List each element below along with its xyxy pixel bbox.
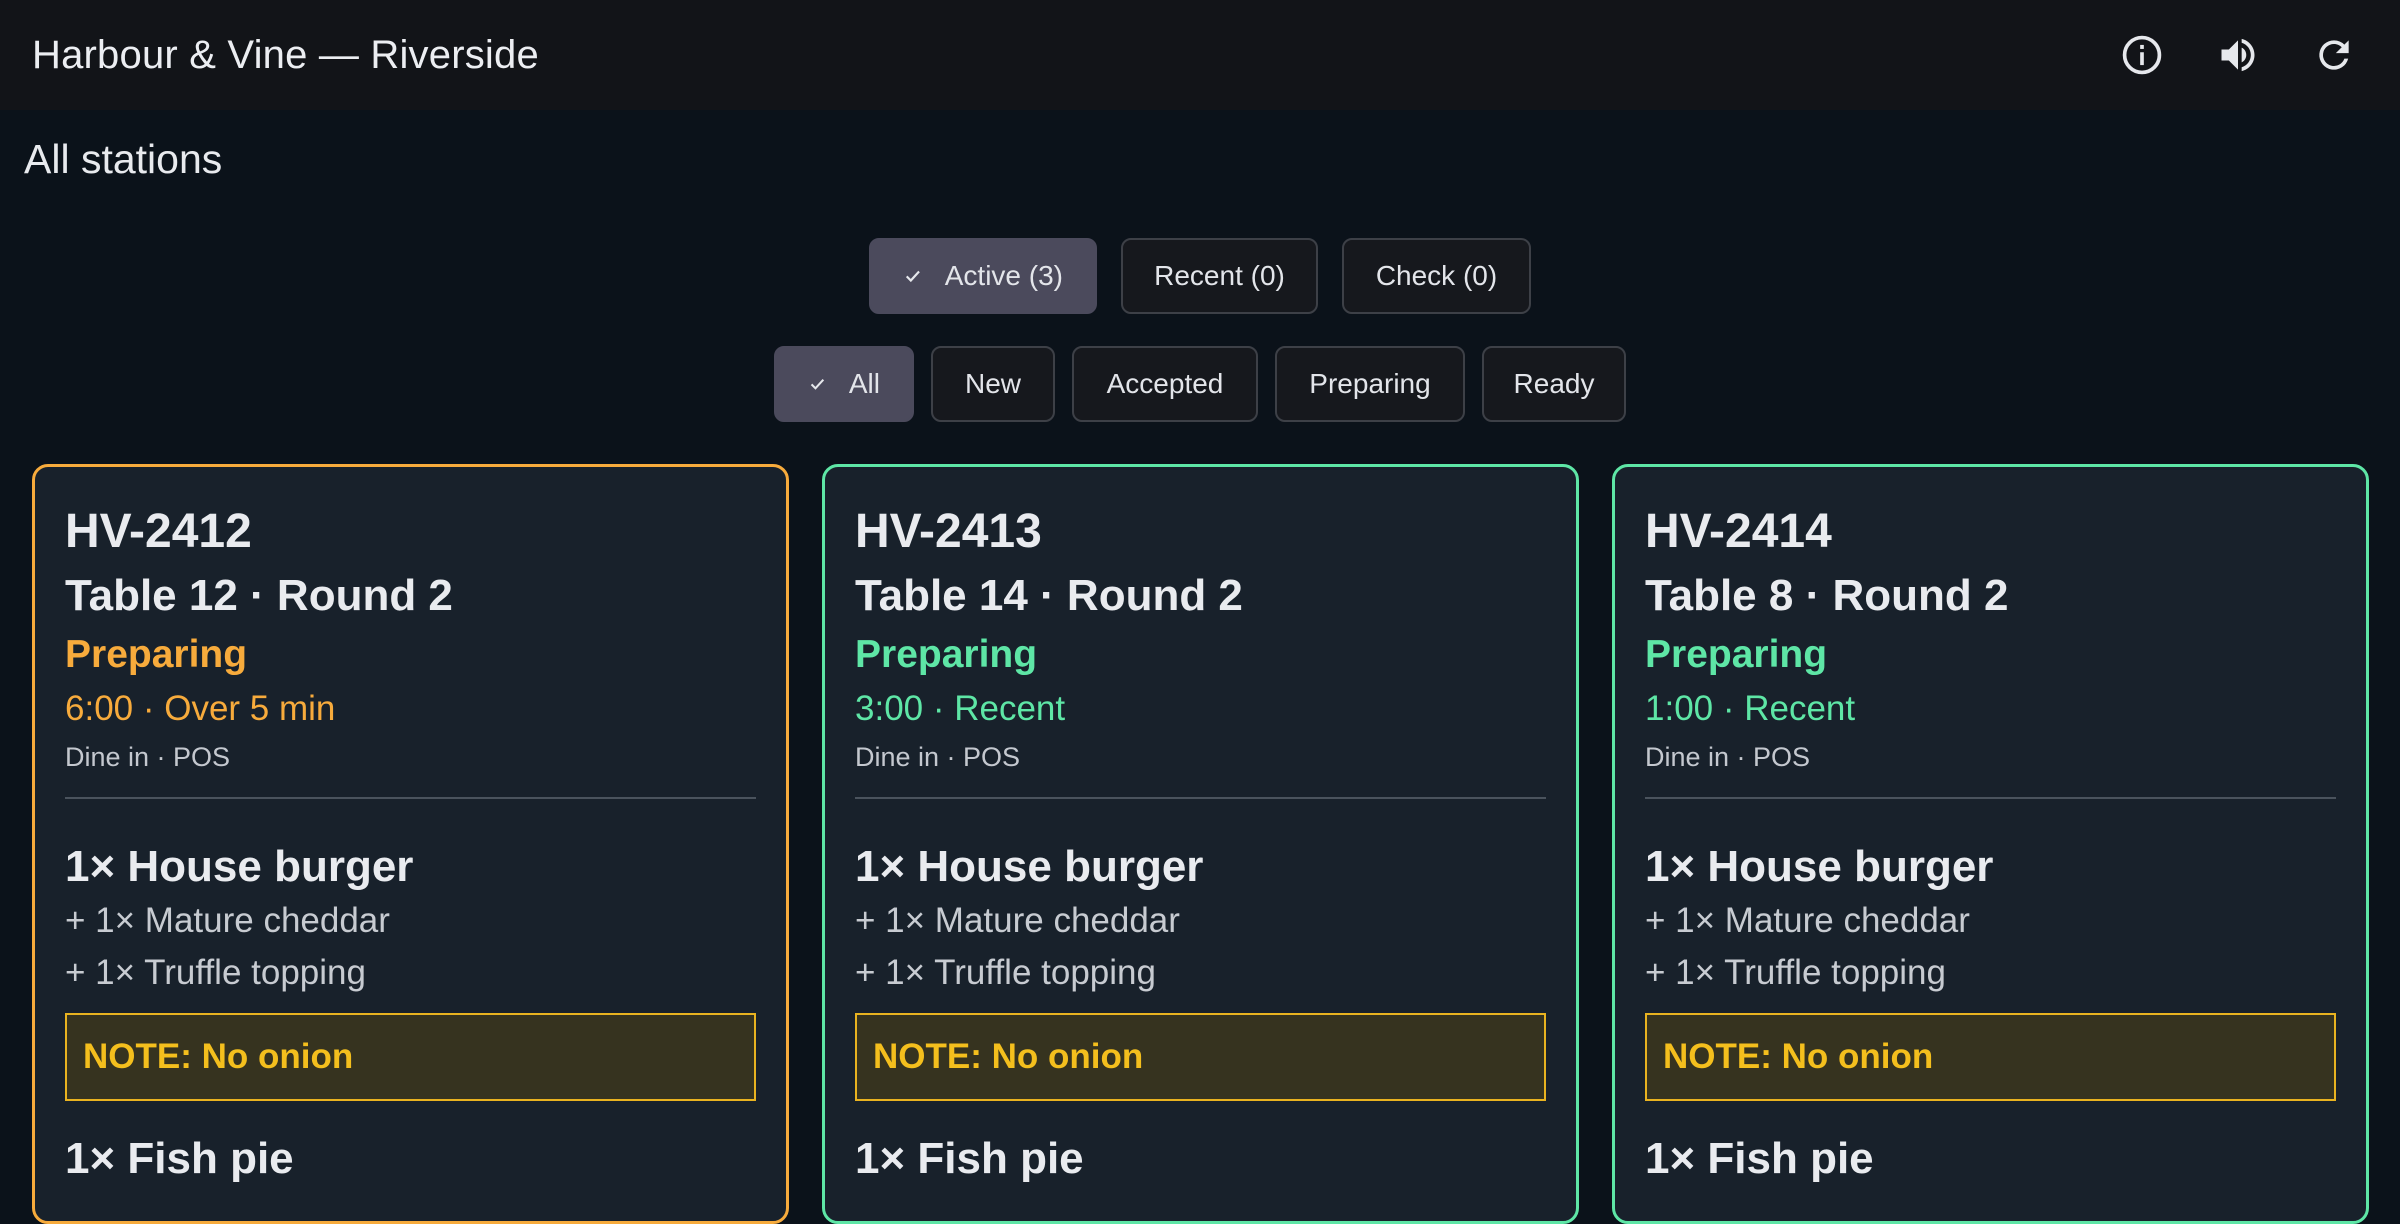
filter-accepted[interactable]: Accepted <box>1072 346 1258 422</box>
divider <box>1645 797 2336 799</box>
order-card[interactable]: HV-2413 Table 14 · Round 2 Preparing 3:0… <box>822 464 1579 1224</box>
tab-recent[interactable]: Recent (0) <box>1121 238 1318 314</box>
item-name: 1× House burger <box>855 842 1204 891</box>
filter-preparing[interactable]: Preparing <box>1275 346 1465 422</box>
order-timer: 6:00 · Over 5 min <box>65 689 336 728</box>
table-round: Table 12 · Round 2 <box>65 571 453 620</box>
filter-ready-label: Ready <box>1513 368 1595 399</box>
item-name: 1× Fish pie <box>855 1134 1084 1183</box>
station-title: All stations <box>24 136 223 182</box>
item-name: 1× Fish pie <box>1645 1134 1874 1183</box>
item-modifier: + 1× Truffle topping <box>855 953 1156 992</box>
app-title: Harbour & Vine — Riverside <box>32 32 539 77</box>
item-note: NOTE: No onion <box>65 1013 756 1101</box>
divider <box>855 797 1546 799</box>
item-modifier: + 1× Mature cheddar <box>855 901 1180 940</box>
divider <box>65 797 756 799</box>
table-round: Table 14 · Round 2 <box>855 571 1243 620</box>
info-icon[interactable] <box>2120 33 2164 77</box>
order-id: HV-2413 <box>855 505 1042 558</box>
filter-all-label: All <box>848 368 880 399</box>
order-status: Preparing <box>855 633 1038 676</box>
refresh-icon[interactable] <box>2312 33 2356 77</box>
order-status: Preparing <box>1645 633 1828 676</box>
filter-all[interactable]: All <box>774 346 914 422</box>
tab-check-label: Check (0) <box>1375 260 1498 291</box>
order-card[interactable]: HV-2412 Table 12 · Round 2 Preparing 6:0… <box>32 464 789 1224</box>
order-timer: 1:00 · Recent <box>1645 689 1856 728</box>
table-round: Table 8 · Round 2 <box>1645 571 2009 620</box>
item-modifier: + 1× Truffle topping <box>65 953 366 992</box>
filter-ready[interactable]: Ready <box>1482 346 1626 422</box>
status-filters: All New Accepted Preparing Ready <box>0 346 2400 422</box>
item-modifier: + 1× Truffle topping <box>1645 953 1946 992</box>
order-source: Dine in · POS <box>65 742 231 772</box>
tab-active-label: Active (3) <box>944 260 1063 291</box>
order-source: Dine in · POS <box>1645 742 1811 772</box>
tab-check[interactable]: Check (0) <box>1342 238 1531 314</box>
tab-recent-label: Recent (0) <box>1154 260 1285 291</box>
item-name: 1× Fish pie <box>65 1134 294 1183</box>
order-source: Dine in · POS <box>855 742 1021 772</box>
top-bar: Harbour & Vine — Riverside <box>0 0 2400 110</box>
tab-active[interactable]: Active (3) <box>869 238 1097 314</box>
filter-accepted-label: Accepted <box>1106 368 1224 399</box>
item-modifier: + 1× Mature cheddar <box>1645 901 1970 940</box>
order-id: HV-2412 <box>65 505 252 558</box>
order-timer: 3:00 · Recent <box>855 689 1066 728</box>
item-modifier: + 1× Mature cheddar <box>65 901 390 940</box>
top-actions <box>2120 33 2356 77</box>
order-status: Preparing <box>65 633 248 676</box>
filter-new[interactable]: New <box>931 346 1055 422</box>
item-name: 1× House burger <box>65 842 414 891</box>
order-cards: HV-2412 Table 12 · Round 2 Preparing 6:0… <box>32 464 2369 1224</box>
order-id: HV-2414 <box>1645 505 1832 558</box>
item-name: 1× House burger <box>1645 842 1994 891</box>
view-tabs: Active (3) Recent (0) Check (0) <box>0 238 2400 314</box>
order-card[interactable]: HV-2414 Table 8 · Round 2 Preparing 1:00… <box>1612 464 2369 1224</box>
volume-icon[interactable] <box>2216 33 2260 77</box>
item-note: NOTE: No onion <box>1645 1013 2336 1101</box>
filter-new-label: New <box>965 368 1022 399</box>
check-icon <box>905 270 920 283</box>
item-note: NOTE: No onion <box>855 1013 1546 1101</box>
check-icon <box>810 378 825 390</box>
filter-preparing-label: Preparing <box>1309 368 1431 399</box>
